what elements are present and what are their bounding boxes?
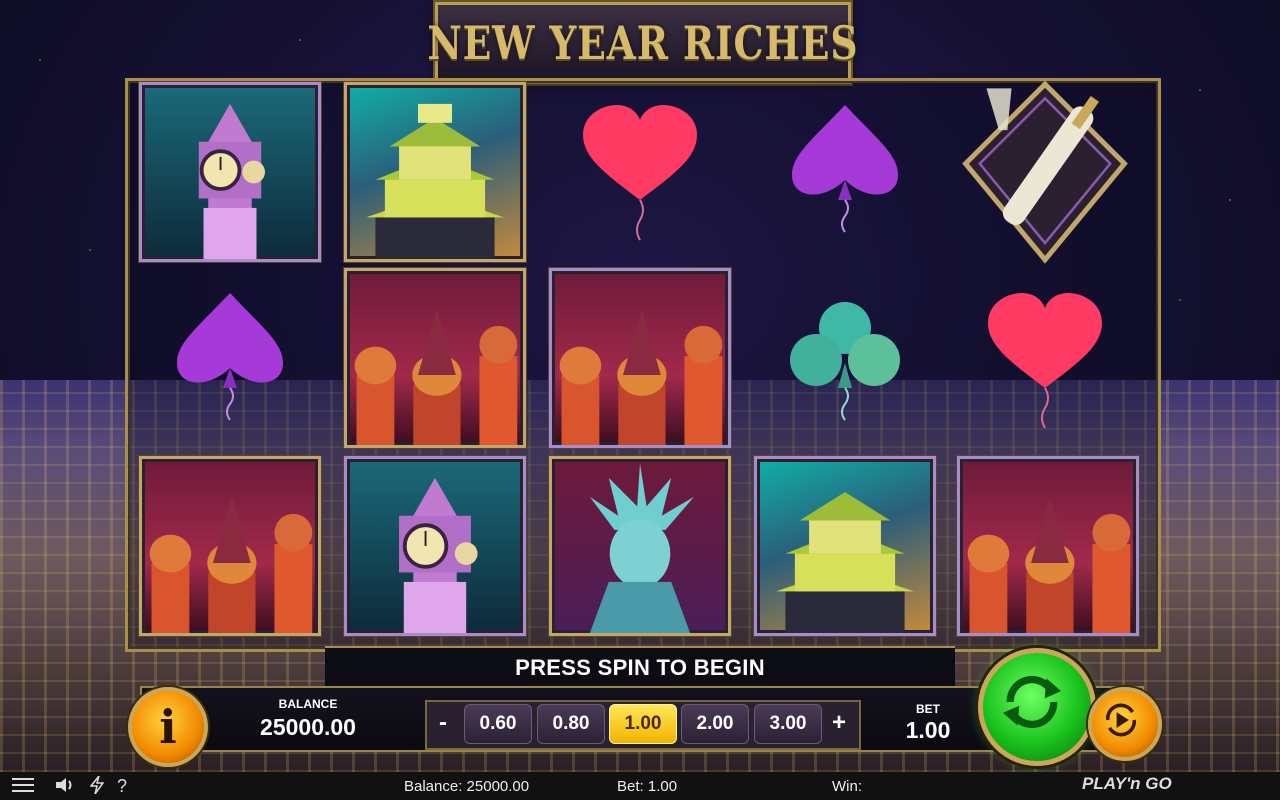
symbol-basilica bbox=[955, 454, 1141, 638]
lightning-icon[interactable] bbox=[89, 775, 105, 796]
bet-chip-selected[interactable]: 1.00 bbox=[609, 704, 677, 744]
increase-bet-button[interactable]: + bbox=[824, 701, 854, 745]
info-icon: i bbox=[159, 700, 177, 754]
symbol-spade-balloon bbox=[137, 268, 323, 452]
menu-icon[interactable] bbox=[12, 776, 34, 796]
symbol-club-balloon bbox=[752, 268, 938, 452]
symbol-castle bbox=[752, 454, 938, 638]
spin-button[interactable] bbox=[978, 648, 1096, 766]
symbol-bigben bbox=[342, 454, 528, 638]
game-title: NEW YEAR RICHES bbox=[427, 16, 859, 70]
symbol-basilica bbox=[342, 266, 528, 450]
bet-chip[interactable]: 2.00 bbox=[681, 704, 749, 744]
brand-logo: PLAY'n GO bbox=[1082, 774, 1172, 793]
symbol-liberty bbox=[547, 454, 733, 638]
bet-chip[interactable]: 0.80 bbox=[537, 704, 605, 744]
bet-label: BET bbox=[916, 702, 940, 716]
symbol-heart-balloon bbox=[547, 80, 733, 264]
bet-value: 1.00 bbox=[905, 717, 951, 743]
status-win: Win: bbox=[832, 778, 862, 795]
status-bet: Bet: 1.00 bbox=[617, 778, 678, 795]
bet-chip[interactable]: 0.60 bbox=[464, 704, 532, 744]
help-button[interactable]: ? bbox=[117, 776, 127, 796]
symbol-castle bbox=[342, 80, 528, 264]
balance-value: 25000.00 bbox=[260, 714, 356, 740]
symbol-basilica bbox=[137, 454, 323, 638]
bet-chip[interactable]: 3.00 bbox=[754, 704, 822, 744]
symbol-bigben bbox=[137, 80, 323, 264]
decrease-bet-button[interactable]: - bbox=[428, 701, 458, 745]
game-title-plate: NEW YEAR RICHES bbox=[427, 2, 858, 84]
symbol-champagne bbox=[952, 80, 1138, 264]
spin-arrows-icon bbox=[1002, 675, 1062, 729]
symbol-heart-balloon bbox=[952, 268, 1138, 452]
autoplay-icon bbox=[1106, 703, 1136, 737]
autoplay-button[interactable] bbox=[1088, 687, 1162, 761]
message-bar: PRESS SPIN TO BEGIN bbox=[325, 646, 955, 690]
status-balance: Balance: 25000.00 bbox=[404, 778, 530, 795]
symbol-spade-balloon bbox=[752, 80, 938, 264]
info-button[interactable]: i bbox=[128, 687, 208, 767]
symbol-basilica bbox=[547, 266, 733, 450]
balance-label: BALANCE bbox=[278, 697, 338, 711]
status-message: PRESS SPIN TO BEGIN bbox=[515, 655, 765, 680]
speaker-icon[interactable] bbox=[54, 776, 76, 796]
